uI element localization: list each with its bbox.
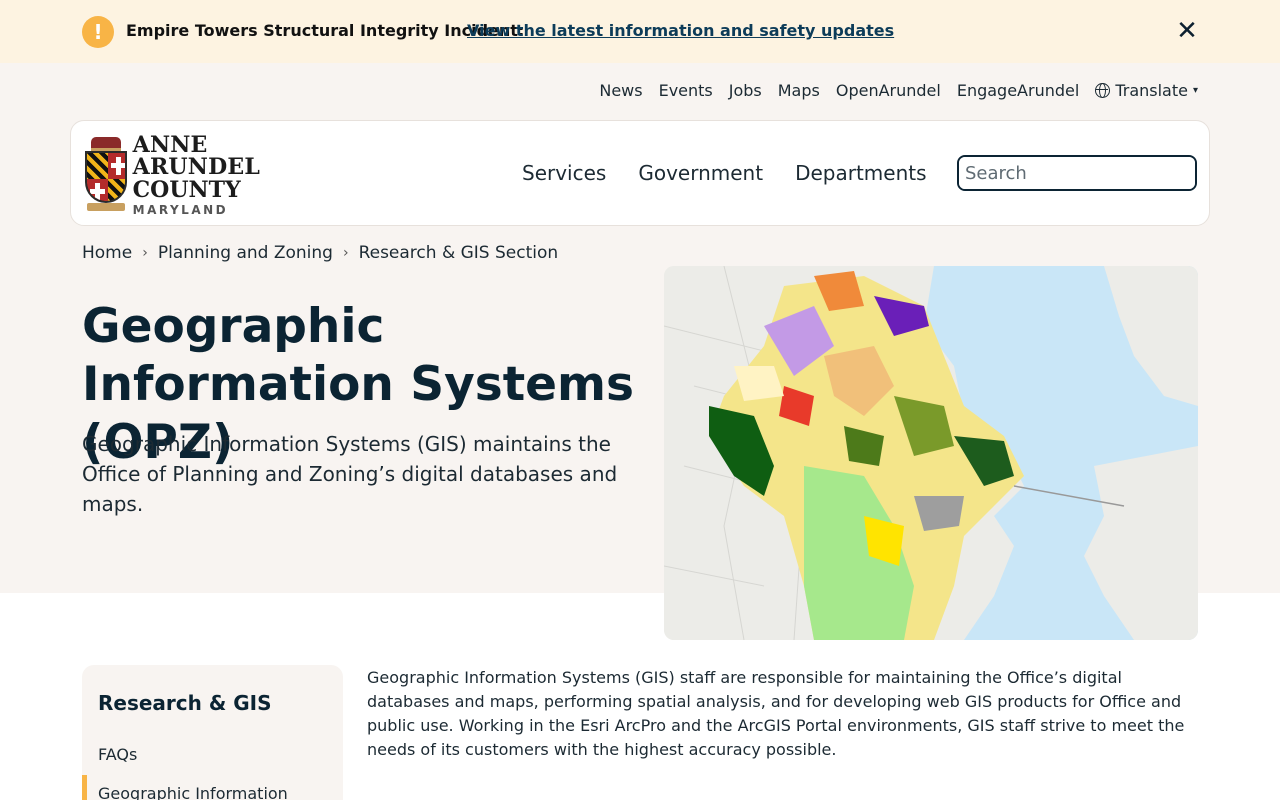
county-seal-icon [83, 137, 127, 213]
sidebar-item-faqs[interactable]: FAQs [98, 745, 137, 764]
sidebar-active-indicator [82, 775, 87, 800]
site-header: ANNE ARUNDEL COUNTY MARYLAND Services Go… [70, 120, 1210, 226]
alert-title: Empire Towers Structural Integrity Incid… [126, 21, 525, 40]
nav-services[interactable]: Services [522, 161, 606, 185]
logo-line-2: COUNTY [132, 177, 241, 203]
utility-nav: News Events Jobs Maps OpenArundel Engage… [599, 81, 1198, 100]
nav-government[interactable]: Government [638, 161, 763, 185]
hero-lead-text: Geographic Information Systems (GIS) mai… [82, 432, 618, 516]
breadcrumb-research-gis[interactable]: Research & GIS Section [359, 243, 559, 263]
exclamation-icon: ! [82, 16, 114, 48]
sidebar-item-geographic-information[interactable]: Geographic Information [98, 784, 288, 800]
section-sidebar: Research & GIS FAQs Geographic Informati… [82, 665, 343, 800]
nav-departments[interactable]: Departments [795, 161, 926, 185]
util-link-news[interactable]: News [599, 81, 642, 100]
translate-label: Translate [1115, 81, 1188, 100]
util-link-openarundel[interactable]: OpenArundel [836, 81, 941, 100]
alert-details-link[interactable]: View the latest information and safety u… [467, 21, 894, 40]
search-input[interactable] [959, 157, 1195, 189]
breadcrumb-planning-zoning[interactable]: Planning and Zoning [158, 243, 333, 263]
search-box [957, 155, 1197, 191]
search-button[interactable] [1193, 164, 1195, 179]
body-paragraph: Geographic Information Systems (GIS) sta… [367, 668, 1185, 759]
chevron-right-icon: › [142, 245, 148, 261]
county-logo[interactable]: ANNE ARUNDEL COUNTY MARYLAND [83, 132, 323, 217]
breadcrumb: Home › Planning and Zoning › Research & … [82, 243, 558, 263]
logo-line-1: ANNE ARUNDEL [132, 132, 261, 180]
county-zoning-map-image [664, 266, 1198, 640]
util-link-events[interactable]: Events [659, 81, 713, 100]
close-icon[interactable]: ✕ [1174, 18, 1200, 44]
sidebar-title: Research & GIS [98, 691, 272, 715]
logo-line-3: MARYLAND [132, 203, 229, 217]
breadcrumb-home[interactable]: Home [82, 243, 132, 263]
translate-dropdown[interactable]: Translate ▾ [1095, 81, 1198, 100]
alert-banner: ! Empire Towers Structural Integrity Inc… [0, 0, 1280, 63]
util-link-jobs[interactable]: Jobs [729, 81, 762, 100]
globe-icon [1095, 83, 1111, 98]
util-link-maps[interactable]: Maps [778, 81, 820, 100]
chevron-right-icon: › [342, 245, 349, 261]
caret-down-icon: ▾ [1192, 85, 1198, 96]
util-link-engagearundel[interactable]: EngageArundel [957, 81, 1079, 100]
main-nav: Services Government Departments [522, 161, 927, 185]
